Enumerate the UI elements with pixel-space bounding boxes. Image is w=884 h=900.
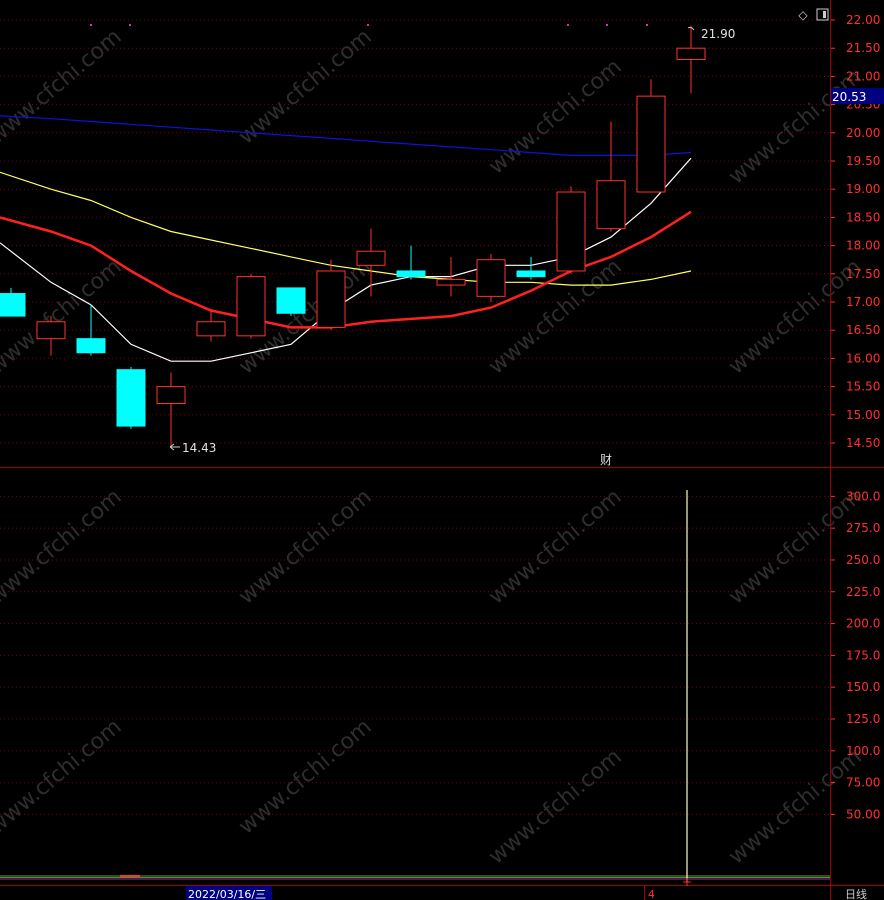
candle: [596, 121, 626, 232]
candle-body: [196, 321, 226, 337]
candle-body: [36, 321, 66, 340]
volume-tick-label: 75.00: [846, 776, 880, 790]
event-dot: [90, 24, 92, 26]
price-tick-label: 15.00: [846, 408, 880, 422]
panel-toggle-icon[interactable]: [816, 8, 829, 21]
watermark-text: www.cfchi.com: [484, 254, 626, 379]
price-tick-label: 21.50: [846, 41, 880, 55]
watermark-text: www.cfchi.com: [0, 484, 127, 609]
price-tick-label: 18.00: [846, 239, 880, 253]
candle-body: [156, 386, 186, 405]
candle: [156, 372, 186, 447]
current-price-label: 20.53: [832, 90, 866, 104]
volume-tick-label: 50.00: [846, 807, 880, 821]
price-tick-label: 19.50: [846, 154, 880, 168]
event-dot: [367, 24, 369, 26]
candle-body: [316, 270, 346, 328]
watermark-text: www.cfchi.com: [234, 24, 376, 149]
watermark-text: www.cfchi.com: [0, 24, 127, 149]
month-label: 4: [648, 888, 655, 900]
candle: [276, 287, 306, 317]
candle-body: [236, 276, 266, 337]
candle-body: [356, 250, 386, 266]
volume-tick-label: 275.0: [846, 521, 880, 535]
price-tick-label: 16.50: [846, 323, 880, 337]
watermark-text: www.cfchi.com: [234, 714, 376, 839]
candle: [196, 310, 226, 342]
watermark: www.cfchi.com www.cfchi.com www.cfchi.com w…: [0, 24, 867, 869]
crosshair-marker: +: [682, 875, 692, 889]
event-dot: [646, 24, 648, 26]
date-label: 2022/03/16/三: [188, 888, 266, 900]
candle-body: [516, 270, 546, 278]
candle-body: [436, 278, 466, 286]
candle: [0, 287, 26, 317]
watermark-text: www.cfchi.com: [484, 484, 626, 609]
candle-body: [0, 293, 26, 317]
moving-average-line: [0, 115, 692, 156]
candle: [396, 245, 426, 280]
candle-body: [556, 191, 586, 272]
candle: [636, 79, 666, 193]
price-tick-label: 21.00: [846, 69, 880, 83]
volume-tick-label: 250.0: [846, 553, 880, 567]
diamond-icon[interactable]: ◇: [798, 8, 808, 22]
volume-tick-label: 150.0: [846, 680, 880, 694]
watermark-text: www.cfchi.com: [0, 714, 127, 839]
volume-tick-label: 100.0: [846, 744, 880, 758]
finance-marker[interactable]: 财: [600, 453, 612, 467]
high-label-group: 21.90: [687, 26, 735, 41]
volume-tick-label: 125.0: [846, 712, 880, 726]
event-dot: [606, 24, 608, 26]
volume-tick-label: 300.0: [846, 489, 880, 503]
panel-toggle-icon-inner: [823, 11, 826, 18]
candle-body: [676, 47, 706, 60]
price-tick-label: 20.00: [846, 126, 880, 140]
candle: [516, 256, 546, 280]
volume-grid: [0, 495, 830, 815]
price-tick-label: 19.00: [846, 182, 880, 196]
volume-bars: [0, 490, 830, 882]
price-tick-label: 14.50: [846, 436, 880, 450]
price-tick-label: 18.50: [846, 210, 880, 224]
candle-body: [636, 95, 666, 193]
top-dots: [90, 24, 648, 26]
high-label: 21.90: [701, 27, 735, 41]
watermark-text: www.cfchi.com: [0, 254, 127, 379]
watermark-text: www.cfchi.com: [484, 744, 626, 869]
candle-body: [276, 287, 306, 314]
candle-body: [596, 180, 626, 230]
price-tick-label: 17.00: [846, 295, 880, 309]
candle: [116, 366, 146, 429]
volume-tick-label: 175.0: [846, 648, 880, 662]
price-tick-label: 22.00: [846, 13, 880, 27]
watermark-text: www.cfchi.com: [484, 54, 626, 179]
candle: [236, 273, 266, 339]
candle-body: [76, 338, 106, 354]
price-tick-label: 15.50: [846, 380, 880, 394]
candle-body: [476, 259, 506, 297]
period-label[interactable]: 日线: [845, 887, 867, 900]
volume-tick-label: 225.0: [846, 585, 880, 599]
watermark-text: www.cfchi.com: [234, 484, 376, 609]
event-dot: [567, 24, 569, 26]
candle: [556, 186, 586, 274]
candle: [36, 316, 66, 356]
event-dot: [129, 24, 131, 26]
low-label: 14.43: [182, 441, 216, 455]
price-tick-label: 17.50: [846, 267, 880, 281]
candle-body: [116, 369, 146, 427]
candle: [476, 254, 506, 302]
candle-body: [396, 270, 426, 278]
stock-chart[interactable]: www.cfchi.com www.cfchi.com www.cfchi.com w…: [0, 0, 884, 900]
price-tick-label: 16.00: [846, 351, 880, 365]
volume-tick-label: 200.0: [846, 617, 880, 631]
